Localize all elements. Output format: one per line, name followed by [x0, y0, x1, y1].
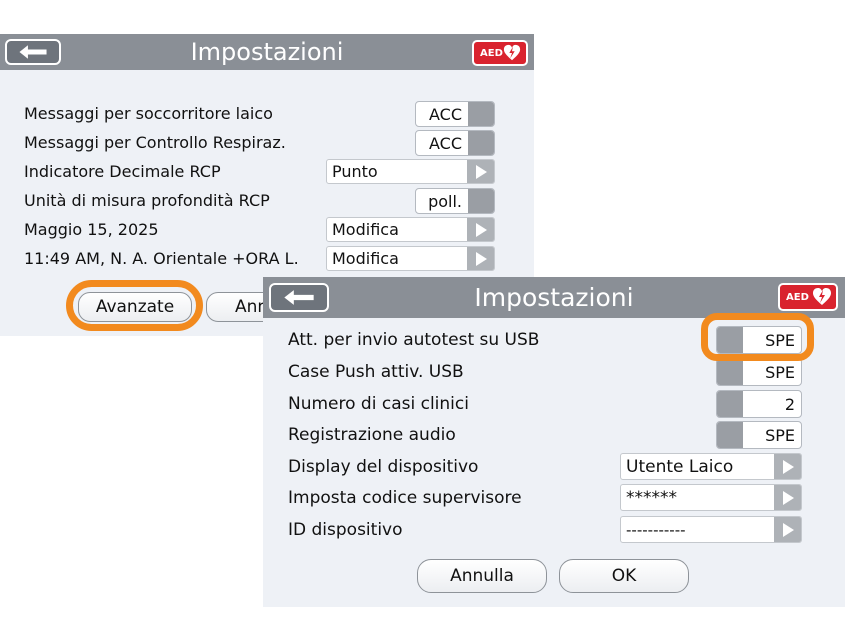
supervisor-code-label: Imposta codice supervisore — [288, 488, 522, 508]
toggle-knob — [717, 359, 743, 385]
breath-check-prompts-label: Messaggi per Controllo Respiraz. — [24, 133, 286, 152]
page-title: Impostazioni — [190, 38, 344, 66]
supervisor-code-field[interactable]: ****** — [620, 484, 802, 511]
lay-rescuer-prompts-toggle[interactable]: ACC — [415, 101, 495, 127]
lay-rescuer-prompts-label: Messaggi per soccorritore laico — [24, 104, 273, 123]
cpr-decimal-indicator-label: Indicatore Decimale RCP — [24, 162, 221, 181]
page-title: Impostazioni — [474, 283, 634, 312]
usb-case-push-toggle[interactable]: SPE — [716, 358, 802, 386]
highlight-ring — [701, 313, 814, 361]
date-label: Maggio 15, 2025 — [24, 220, 159, 239]
date-edit-select[interactable]: Modifica — [326, 217, 495, 242]
breath-check-prompts-toggle[interactable]: ACC — [415, 130, 495, 156]
play-arrow-icon — [467, 247, 494, 270]
play-arrow-icon — [467, 218, 494, 241]
clinical-cases-stepper[interactable]: 2 — [716, 390, 802, 418]
toggle-knob — [717, 391, 743, 417]
cpr-depth-unit-toggle[interactable]: poll. — [415, 188, 495, 214]
device-id-label: ID dispositivo — [288, 520, 403, 540]
time-zone-label: 11:49 AM, N. A. Orientale +ORA L. — [24, 249, 299, 268]
toggle-knob — [468, 102, 494, 126]
toggle-knob — [468, 131, 494, 155]
time-edit-select[interactable]: Modifica — [326, 246, 495, 271]
usb-selftest-label: Att. per invio autotest su USB — [288, 330, 540, 350]
clinical-cases-label: Numero di casi clinici — [288, 394, 469, 414]
play-arrow-icon — [774, 454, 801, 479]
aed-badge: AED — [778, 283, 838, 311]
toggle-knob — [468, 189, 494, 213]
audio-recording-label: Registrazione audio — [288, 425, 456, 445]
cancel-button[interactable]: Annulla — [417, 559, 547, 593]
device-display-select[interactable]: Utente Laico — [620, 453, 802, 480]
audio-recording-toggle[interactable]: SPE — [716, 421, 802, 449]
toggle-knob — [717, 422, 743, 448]
cpr-depth-unit-label: Unità di misura profondità RCP — [24, 191, 270, 210]
device-display-label: Display del dispositivo — [288, 457, 479, 477]
heart-bolt-icon — [502, 44, 522, 62]
device-id-field[interactable]: ----------- — [620, 516, 802, 543]
play-arrow-icon — [774, 485, 801, 510]
heart-bolt-icon — [812, 287, 832, 307]
cpr-decimal-indicator-select[interactable]: Punto — [326, 159, 495, 184]
usb-case-push-label: Case Push attiv. USB — [288, 362, 464, 382]
aed-badge: AED — [472, 40, 528, 66]
highlight-ring — [66, 280, 203, 331]
title-bar: Impostazioni AED — [263, 277, 845, 318]
play-arrow-icon — [467, 160, 494, 183]
play-arrow-icon — [774, 517, 801, 542]
ok-button[interactable]: OK — [559, 559, 689, 593]
title-bar: Impostazioni AED — [0, 34, 534, 70]
